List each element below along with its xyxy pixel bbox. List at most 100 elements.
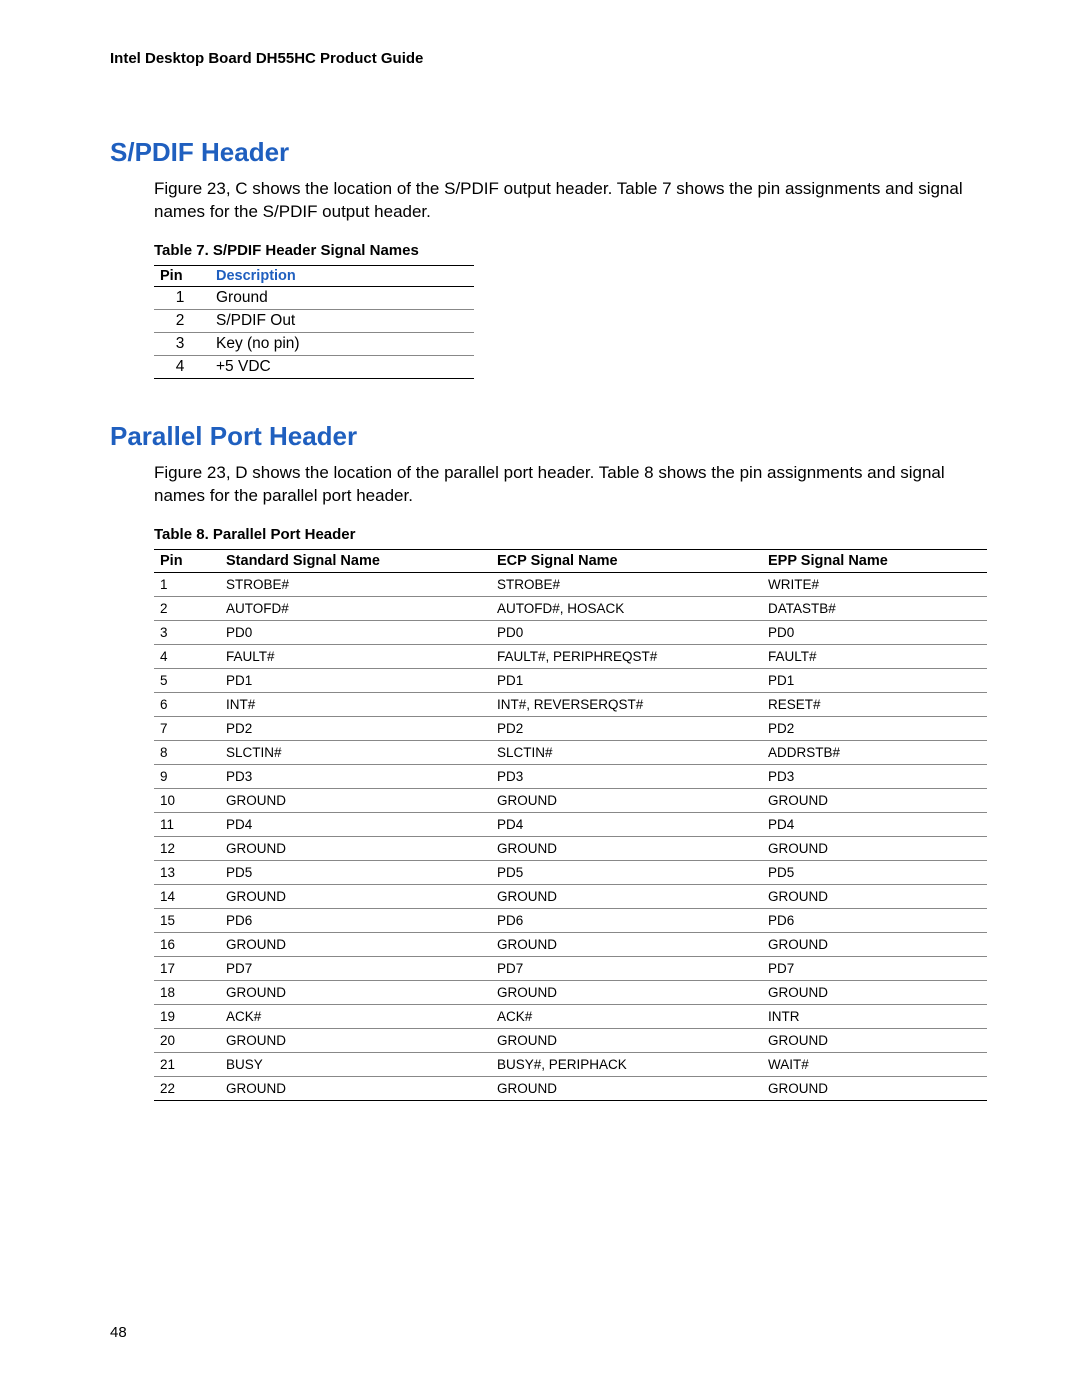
cell-pin: 3	[154, 332, 210, 355]
cell-ecp-signal: AUTOFD#, HOSACK	[491, 596, 762, 620]
cell-epp-signal: PD6	[762, 908, 987, 932]
table-row: 8SLCTIN#SLCTIN#ADDRSTB#	[154, 740, 987, 764]
table-row: 1Ground	[154, 286, 474, 309]
cell-standard-signal: PD4	[220, 812, 491, 836]
cell-epp-signal: PD2	[762, 716, 987, 740]
cell-epp-signal: PD4	[762, 812, 987, 836]
cell-ecp-signal: PD6	[491, 908, 762, 932]
cell-pin: 11	[154, 812, 220, 836]
cell-epp-signal: DATASTB#	[762, 596, 987, 620]
cell-description: Key (no pin)	[210, 332, 474, 355]
cell-pin: 22	[154, 1076, 220, 1100]
table-spdif: Pin Description 1Ground2S/PDIF Out3Key (…	[154, 265, 474, 379]
cell-pin: 4	[154, 355, 210, 378]
cell-standard-signal: PD1	[220, 668, 491, 692]
cell-pin: 5	[154, 668, 220, 692]
cell-epp-signal: INTR	[762, 1004, 987, 1028]
cell-ecp-signal: GROUND	[491, 836, 762, 860]
cell-standard-signal: GROUND	[220, 788, 491, 812]
cell-ecp-signal: SLCTIN#	[491, 740, 762, 764]
table-row: 22GROUNDGROUNDGROUND	[154, 1076, 987, 1100]
table-row: 13PD5PD5PD5	[154, 860, 987, 884]
table-row: 10GROUNDGROUNDGROUND	[154, 788, 987, 812]
cell-ecp-signal: GROUND	[491, 932, 762, 956]
section-body-parallel: Figure 23, D shows the location of the p…	[154, 462, 980, 508]
cell-pin: 6	[154, 692, 220, 716]
cell-pin: 1	[154, 572, 220, 596]
table-caption-parallel: Table 8. Parallel Port Header	[154, 526, 980, 543]
cell-ecp-signal: GROUND	[491, 788, 762, 812]
cell-epp-signal: PD7	[762, 956, 987, 980]
table-row: 4+5 VDC	[154, 355, 474, 378]
cell-pin: 3	[154, 620, 220, 644]
th-pin: Pin	[154, 549, 220, 572]
table-row: 1STROBE#STROBE#WRITE#	[154, 572, 987, 596]
cell-standard-signal: GROUND	[220, 980, 491, 1004]
table-row: 18GROUNDGROUNDGROUND	[154, 980, 987, 1004]
table-row: 15PD6PD6PD6	[154, 908, 987, 932]
cell-epp-signal: GROUND	[762, 932, 987, 956]
document-header: Intel Desktop Board DH55HC Product Guide	[110, 50, 980, 67]
cell-epp-signal: PD3	[762, 764, 987, 788]
table-row: 6INT#INT#, REVERSERQST#RESET#	[154, 692, 987, 716]
cell-ecp-signal: PD1	[491, 668, 762, 692]
cell-ecp-signal: GROUND	[491, 980, 762, 1004]
section-heading-spdif: S/PDIF Header	[110, 137, 980, 168]
cell-epp-signal: GROUND	[762, 1028, 987, 1052]
table-row: 12GROUNDGROUNDGROUND	[154, 836, 987, 860]
cell-ecp-signal: PD2	[491, 716, 762, 740]
cell-ecp-signal: PD0	[491, 620, 762, 644]
cell-pin: 13	[154, 860, 220, 884]
cell-epp-signal: FAULT#	[762, 644, 987, 668]
table-row: 2AUTOFD#AUTOFD#, HOSACKDATASTB#	[154, 596, 987, 620]
table-caption-spdif: Table 7. S/PDIF Header Signal Names	[154, 242, 980, 259]
cell-pin: 10	[154, 788, 220, 812]
cell-description: Ground	[210, 286, 474, 309]
cell-epp-signal: ADDRSTB#	[762, 740, 987, 764]
cell-pin: 16	[154, 932, 220, 956]
cell-pin: 4	[154, 644, 220, 668]
section-heading-parallel: Parallel Port Header	[110, 421, 980, 452]
cell-standard-signal: AUTOFD#	[220, 596, 491, 620]
cell-ecp-signal: PD5	[491, 860, 762, 884]
cell-pin: 20	[154, 1028, 220, 1052]
cell-standard-signal: SLCTIN#	[220, 740, 491, 764]
page-number: 48	[110, 1324, 127, 1341]
cell-ecp-signal: GROUND	[491, 884, 762, 908]
cell-epp-signal: PD0	[762, 620, 987, 644]
cell-epp-signal: GROUND	[762, 836, 987, 860]
table-row: 11PD4PD4PD4	[154, 812, 987, 836]
table-row: 17PD7PD7PD7	[154, 956, 987, 980]
table-row: 16GROUNDGROUNDGROUND	[154, 932, 987, 956]
cell-ecp-signal: ACK#	[491, 1004, 762, 1028]
cell-epp-signal: PD5	[762, 860, 987, 884]
cell-pin: 12	[154, 836, 220, 860]
table-row: 3Key (no pin)	[154, 332, 474, 355]
cell-ecp-signal: GROUND	[491, 1076, 762, 1100]
cell-epp-signal: RESET#	[762, 692, 987, 716]
table-row: 5PD1PD1PD1	[154, 668, 987, 692]
cell-pin: 1	[154, 286, 210, 309]
table-row: 4FAULT#FAULT#, PERIPHREQST#FAULT#	[154, 644, 987, 668]
table-row: 7PD2PD2PD2	[154, 716, 987, 740]
table-row: 21BUSYBUSY#, PERIPHACKWAIT#	[154, 1052, 987, 1076]
cell-standard-signal: INT#	[220, 692, 491, 716]
cell-epp-signal: GROUND	[762, 788, 987, 812]
cell-ecp-signal: PD4	[491, 812, 762, 836]
cell-ecp-signal: PD3	[491, 764, 762, 788]
cell-pin: 2	[154, 309, 210, 332]
cell-ecp-signal: STROBE#	[491, 572, 762, 596]
th-pin: Pin	[154, 265, 210, 286]
table-row: 20GROUNDGROUNDGROUND	[154, 1028, 987, 1052]
cell-standard-signal: GROUND	[220, 836, 491, 860]
table-row: 19ACK#ACK#INTR	[154, 1004, 987, 1028]
table-row: 2S/PDIF Out	[154, 309, 474, 332]
cell-epp-signal: WRITE#	[762, 572, 987, 596]
th-ecp-signal: ECP Signal Name	[491, 549, 762, 572]
cell-standard-signal: GROUND	[220, 932, 491, 956]
cell-standard-signal: GROUND	[220, 1076, 491, 1100]
cell-standard-signal: PD2	[220, 716, 491, 740]
cell-standard-signal: PD0	[220, 620, 491, 644]
cell-standard-signal: PD6	[220, 908, 491, 932]
cell-pin: 14	[154, 884, 220, 908]
